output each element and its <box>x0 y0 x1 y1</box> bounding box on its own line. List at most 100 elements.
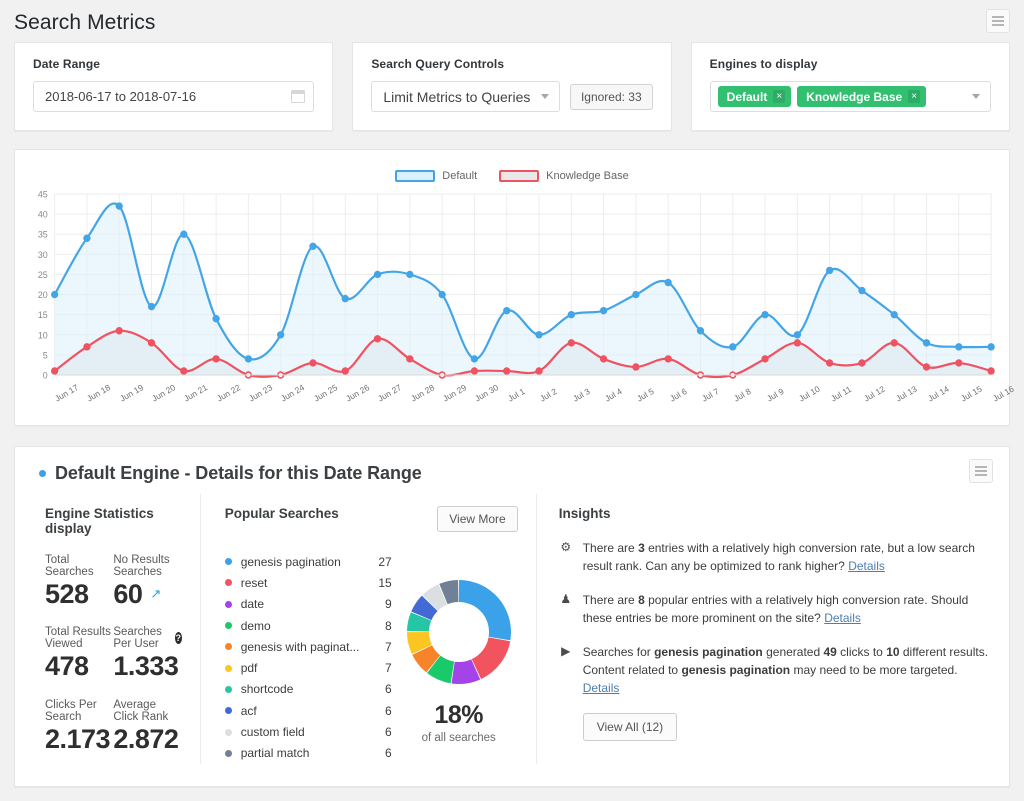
date-range-value: 2018-06-17 to 2018-07-16 <box>45 89 291 104</box>
stat-label: Total Results Viewed <box>45 626 113 650</box>
popular-search-row[interactable]: genesis pagination27 <box>225 551 392 572</box>
stat-label: Searches Per User? <box>113 626 181 650</box>
ignored-count-button[interactable]: Ignored: 33 <box>570 84 653 110</box>
popular-search-row[interactable]: pdf7 <box>225 657 392 678</box>
insight-details-link[interactable]: Details <box>583 681 620 695</box>
svg-text:15: 15 <box>38 310 48 320</box>
insight-details-link[interactable]: Details <box>824 611 861 625</box>
engines-to-display-card: Engines to display Default × Knowledge B… <box>691 42 1010 131</box>
stat-label: Average Click Rank <box>113 699 181 723</box>
popular-search-name: date <box>241 597 364 611</box>
series-color-dot-icon <box>225 579 232 586</box>
popular-search-count: 27 <box>364 555 392 569</box>
legend-swatch <box>499 170 539 182</box>
svg-text:45: 45 <box>38 189 48 199</box>
popular-search-row[interactable]: shortcode6 <box>225 679 392 700</box>
popular-search-row[interactable]: partial match6 <box>225 743 392 764</box>
controls-row: Date Range 2018-06-17 to 2018-07-16 Sear… <box>0 42 1024 131</box>
svg-text:25: 25 <box>38 270 48 280</box>
stat-value: 528 <box>45 578 113 610</box>
engine-token[interactable]: Default × <box>718 86 792 107</box>
engine-statistics-column: Engine Statistics display Total Searches… <box>15 494 200 764</box>
popular-search-count: 7 <box>364 640 392 654</box>
popular-search-count: 15 <box>364 576 392 590</box>
popular-searches-column: Popular Searches View More genesis pagin… <box>200 494 536 764</box>
series-color-dot-icon <box>225 665 232 672</box>
legend-item-knowledge-base[interactable]: Knowledge Base <box>499 170 629 182</box>
svg-text:10: 10 <box>38 330 48 340</box>
popular-search-row[interactable]: reset15 <box>225 572 392 593</box>
insight-item: ▶Searches for genesis pagination generat… <box>559 643 991 697</box>
triangle-right-icon: ▶ <box>559 643 573 697</box>
insights-title: Insights <box>559 506 991 521</box>
chart-legend: Default Knowledge Base <box>25 164 999 188</box>
insights-column: Insights ⚙There are 3 entries with a rel… <box>536 494 1009 764</box>
chevron-down-icon <box>541 94 549 99</box>
help-icon[interactable]: ? <box>175 632 182 644</box>
popular-search-name: acf <box>241 704 364 718</box>
external-link-icon[interactable]: ↗ <box>150 586 160 602</box>
calendar-icon[interactable] <box>291 90 305 103</box>
date-range-label: Date Range <box>33 57 314 71</box>
legend-label: Default <box>442 170 477 182</box>
legend-item-default[interactable]: Default <box>395 170 477 182</box>
engines-multiselect[interactable]: Default × Knowledge Base × <box>710 81 991 112</box>
page-menu-button[interactable] <box>986 9 1010 33</box>
chart-x-axis-labels: Jun 17Jun 18Jun 19Jun 20Jun 21Jun 22Jun … <box>53 393 991 419</box>
page-title: Search Metrics <box>14 11 155 35</box>
engines-label: Engines to display <box>710 57 991 71</box>
view-all-insights-button[interactable]: View All (12) <box>583 713 677 741</box>
popular-search-row[interactable]: custom field6 <box>225 721 392 742</box>
popular-search-count: 8 <box>364 619 392 633</box>
stat-cell: Total Results Viewed478 <box>45 626 113 682</box>
search-query-controls-card: Search Query Controls Limit Metrics to Q… <box>352 42 671 131</box>
award-icon: ♟ <box>559 591 573 627</box>
hamburger-icon <box>992 16 1004 18</box>
series-color-dot-icon <box>225 707 232 714</box>
svg-text:5: 5 <box>43 350 48 360</box>
date-range-input[interactable]: 2018-06-17 to 2018-07-16 <box>33 81 314 112</box>
popular-search-row[interactable]: date9 <box>225 594 392 615</box>
limit-metrics-select[interactable]: Limit Metrics to Queries <box>371 81 560 112</box>
view-more-button[interactable]: View More <box>437 506 517 532</box>
app-header: Search Metrics <box>0 0 1024 42</box>
engine-details-title: Default Engine - Details for this Date R… <box>55 463 422 484</box>
insight-details-link[interactable]: Details <box>848 559 885 573</box>
hamburger-icon <box>975 466 987 468</box>
donut-slice[interactable] <box>459 580 511 640</box>
insight-text: There are 3 entries with a relatively hi… <box>583 539 991 575</box>
engine-details-header: Default Engine - Details for this Date R… <box>15 447 1009 488</box>
close-icon[interactable]: × <box>773 90 785 103</box>
donut-percent: 18% <box>434 701 483 730</box>
svg-text:35: 35 <box>38 230 48 240</box>
svg-text:40: 40 <box>38 210 48 220</box>
popular-search-row[interactable]: genesis with paginat...7 <box>225 636 392 657</box>
popular-searches-donut: 18% of all searches <box>400 551 518 764</box>
donut-caption: of all searches <box>422 732 496 744</box>
engine-color-dot-icon <box>39 470 46 477</box>
donut-chart <box>400 573 518 691</box>
engine-token-label: Knowledge Base <box>806 90 902 104</box>
insight-text: Searches for genesis pagination generate… <box>583 643 991 697</box>
chevron-down-icon <box>972 94 980 99</box>
svg-text:30: 30 <box>38 250 48 260</box>
limit-metrics-value: Limit Metrics to Queries <box>383 89 541 105</box>
stat-value: 2.173 <box>45 723 113 755</box>
series-color-dot-icon <box>225 729 232 736</box>
engine-token-label: Default <box>727 90 768 104</box>
popular-search-row[interactable]: acf6 <box>225 700 392 721</box>
series-color-dot-icon <box>225 601 232 608</box>
stat-cell: Average Click Rank2.872 <box>113 699 181 755</box>
line-chart: 051015202530354045 <box>25 188 999 393</box>
donut-slice[interactable] <box>471 637 509 679</box>
popular-search-row[interactable]: demo8 <box>225 615 392 636</box>
insight-item: ♟There are 8 popular entries with a rela… <box>559 591 991 627</box>
popular-search-count: 6 <box>364 682 392 696</box>
details-menu-button[interactable] <box>969 459 993 483</box>
series-color-dot-icon <box>225 558 232 565</box>
engine-statistics-title: Engine Statistics display <box>45 506 182 536</box>
engine-token[interactable]: Knowledge Base × <box>797 86 926 107</box>
close-icon[interactable]: × <box>908 90 920 103</box>
engine-statistics-grid: Total Searches528No Results Searches60↗T… <box>45 554 182 755</box>
legend-label: Knowledge Base <box>546 170 629 182</box>
